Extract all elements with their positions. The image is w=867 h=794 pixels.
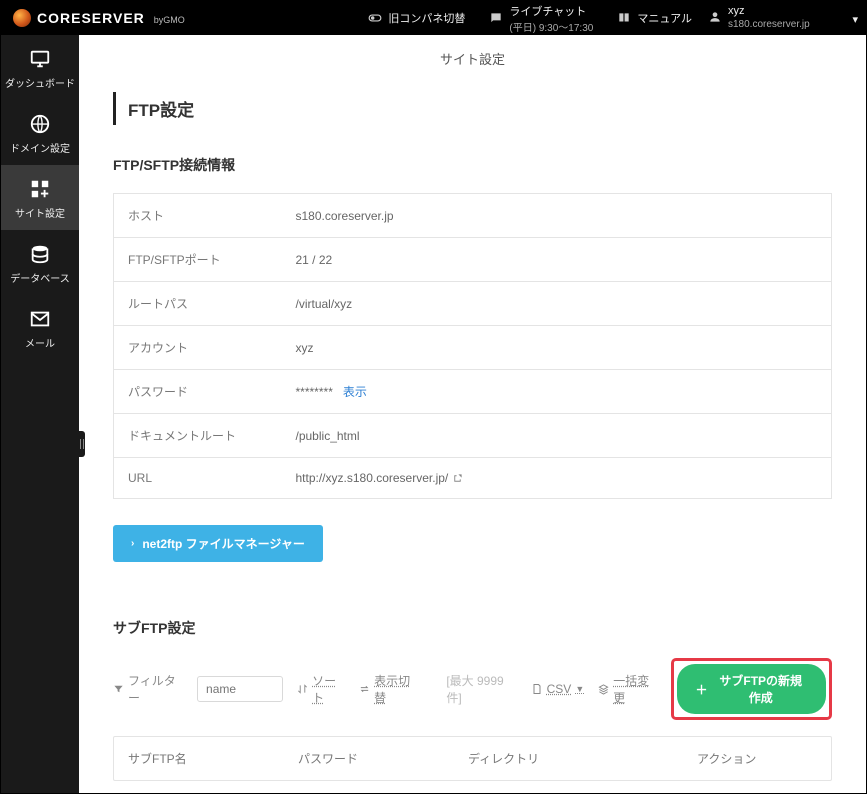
account-menu[interactable]: xyz s180.coreserver.jp ▾ [704,1,854,35]
book-icon [617,11,631,25]
row-host: ホストs180.coreserver.jp [114,194,832,238]
section-subftp-title: サブFTP設定 [113,618,832,638]
page-breadcrumb: サイト設定 [79,35,866,82]
layers-icon [598,683,609,695]
grid-plus-icon [29,178,51,200]
monitor-icon [29,48,51,70]
row-rootpath: ルートパス/virtual/xyz [114,282,832,326]
plus-icon: ＋ [695,681,707,698]
subftp-table-header: サブFTP名 パスワード ディレクトリ アクション [113,736,832,781]
section-connection-title: FTP/SFTP接続情報 [113,155,832,175]
csv-export[interactable]: CSV▼ [531,682,585,696]
sidebar-item-dashboard[interactable]: ダッシュボード [1,35,79,100]
record-count: [最大 9999 件] [446,672,516,706]
filter-input[interactable] [197,676,283,702]
new-subftp-button[interactable]: ＋ サブFTPの新規作成 [677,664,826,714]
logo-icon [13,9,31,27]
url-link[interactable]: http://xyz.s180.coreserver.jp/ [282,458,832,499]
page-title: FTP設定 [113,92,832,125]
row-docroot: ドキュメントルート/public_html [114,414,832,458]
show-password-link[interactable]: 表示 [343,385,367,399]
mail-icon [29,308,51,330]
sidebar: ダッシュボード ドメイン設定 サイト設定 データベース メール [1,35,79,793]
user-icon [708,10,722,24]
row-password: パスワード********表示 [114,370,832,414]
manual-link[interactable]: マニュアル [605,1,704,35]
row-url: URLhttp://xyz.s180.coreserver.jp/ [114,458,832,499]
brand-sub: byGMO [154,12,185,25]
brand-name: CORESERVER [37,10,145,26]
sidebar-collapse-handle[interactable] [79,431,85,457]
sidebar-item-mail[interactable]: メール [1,295,79,360]
sidebar-item-database[interactable]: データベース [1,230,79,295]
old-panel-switch[interactable]: 旧コンパネ切替 [356,1,477,35]
net2ftp-button[interactable]: › net2ftp ファイルマネージャー [113,525,323,562]
connection-info-table: ホストs180.coreserver.jp FTP/SFTPポート21 / 22… [113,193,832,499]
new-subftp-highlight: ＋ サブFTPの新規作成 [671,658,832,720]
display-toggle[interactable]: 表示切替 [359,672,418,706]
database-icon [29,243,51,265]
sidebar-item-site[interactable]: サイト設定 [1,165,79,230]
brand-logo[interactable]: CORESERVER byGMO [13,9,185,27]
sidebar-item-domain[interactable]: ドメイン設定 [1,100,79,165]
swap-icon [359,683,370,695]
globe-icon [29,113,51,135]
filter-label: フィルター [113,672,183,706]
toggle-icon [368,11,382,25]
sort-button[interactable]: ソート [297,672,345,706]
chat-icon [489,11,503,25]
chevron-right-icon: › [131,538,134,549]
row-account: アカウントxyz [114,326,832,370]
chevron-down-icon: ▾ [852,14,858,27]
filter-icon [113,683,124,695]
row-port: FTP/SFTPポート21 / 22 [114,238,832,282]
sort-icon [297,683,308,695]
file-icon [531,683,543,695]
external-link-icon [452,473,463,484]
bulk-edit[interactable]: 一括変更 [598,672,657,706]
live-chat[interactable]: ライブチャット (平日) 9:30～17:30 [477,1,605,35]
